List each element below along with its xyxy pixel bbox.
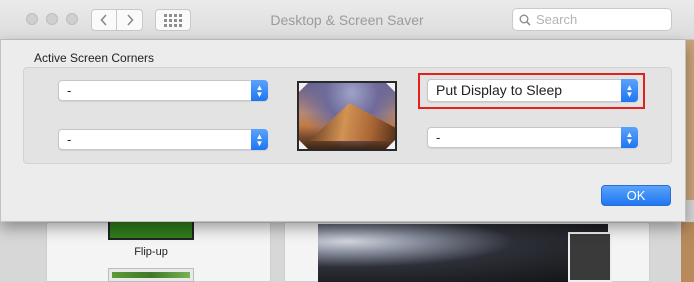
group-title: Active Screen Corners (34, 51, 155, 65)
popup-arrows-icon: ▲ ▼ (251, 129, 268, 150)
popup-arrows-icon: ▲ ▼ (251, 80, 268, 101)
desktop-preview-image (297, 81, 397, 151)
flip-up-thumbnail[interactable] (108, 222, 194, 240)
highlight-box (418, 73, 645, 109)
screen-saver-thumbnail[interactable] (108, 268, 194, 282)
search-input[interactable] (536, 12, 666, 27)
corner-marker-icon (299, 83, 308, 92)
bottom-right-corner-popup[interactable]: - ▲ ▼ (427, 127, 638, 148)
dune-shape (309, 103, 395, 141)
title-bar: Desktop & Screen Saver (0, 0, 694, 40)
screen-saver-preview (318, 224, 608, 282)
search-field[interactable] (512, 8, 672, 31)
corner-marker-icon (386, 140, 395, 149)
bottom-right-corner-value: - (436, 130, 441, 145)
corner-marker-icon (299, 140, 308, 149)
preview-photo-stack (568, 232, 612, 282)
popup-arrows-icon: ▲ ▼ (621, 127, 638, 148)
bottom-left-corner-value: - (67, 132, 72, 147)
corner-marker-icon (386, 83, 395, 92)
top-left-corner-value: - (67, 83, 72, 98)
desktop-edge (681, 222, 694, 282)
ok-button[interactable]: OK (601, 185, 671, 206)
flip-up-caption: Flip-up (134, 246, 168, 258)
bottom-left-corner-popup[interactable]: - ▲ ▼ (58, 129, 268, 150)
top-left-corner-popup[interactable]: - ▲ ▼ (58, 80, 268, 101)
search-icon (519, 14, 531, 26)
